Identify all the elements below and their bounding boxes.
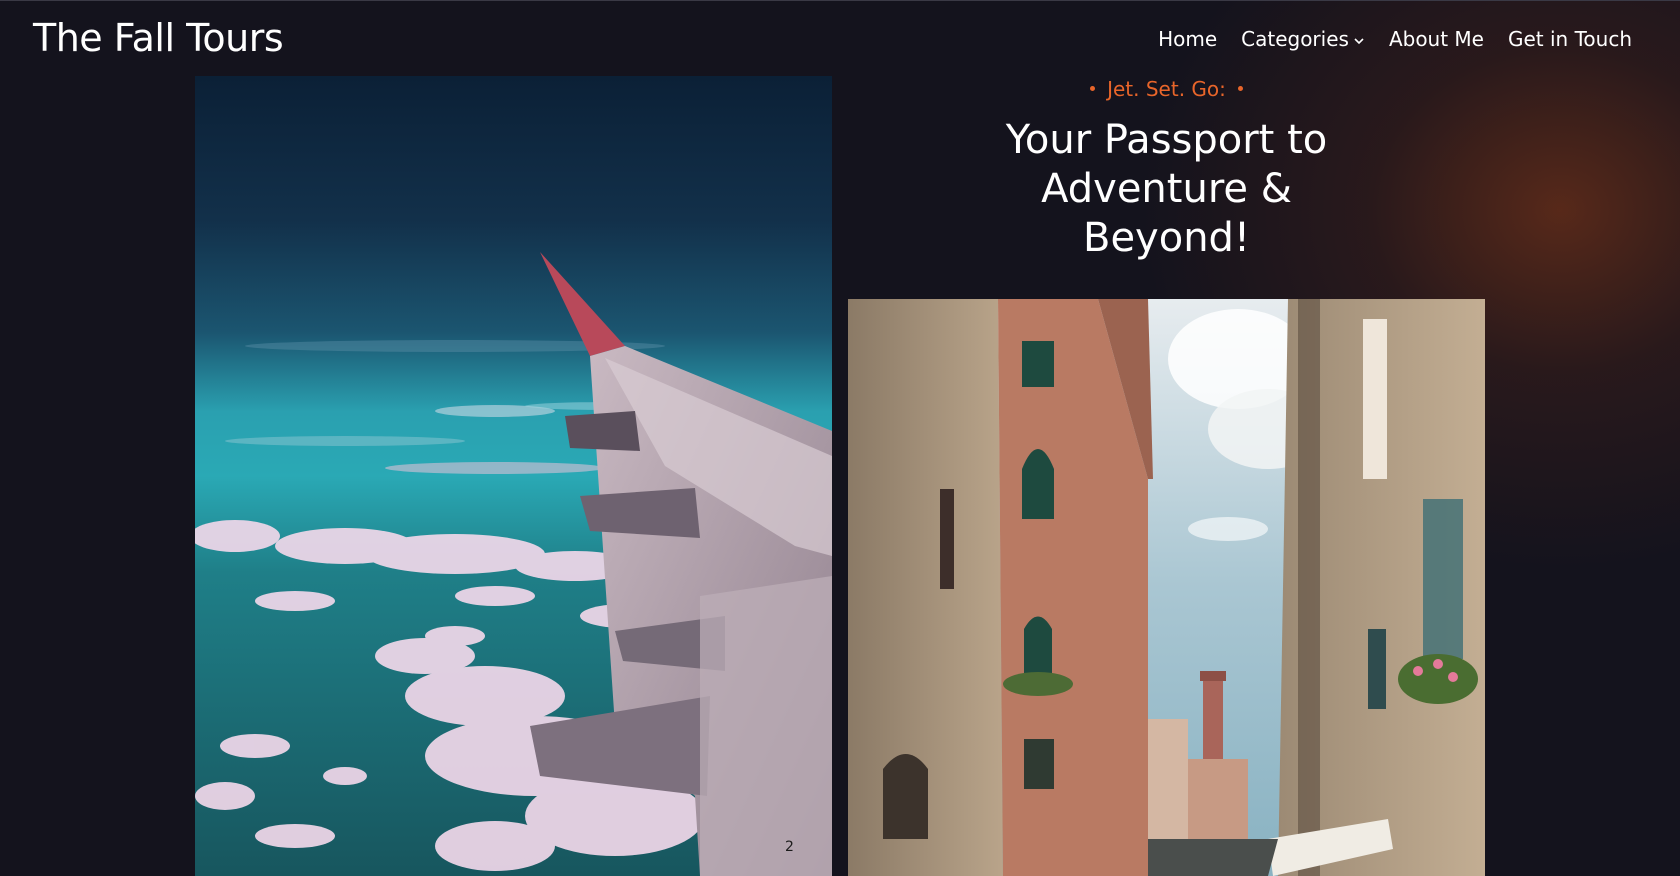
bullet-dot-icon	[1237, 86, 1243, 91]
main-navigation: Home Categories About Me Get in Touch	[1158, 24, 1632, 54]
airplane-wing-over-clouds-image: 2	[195, 76, 832, 876]
hero-headline-line: Your Passport to	[1005, 117, 1328, 163]
nav-item-home[interactable]: Home	[1158, 24, 1217, 54]
site-title[interactable]: The Fall Tours	[33, 14, 284, 62]
top-border	[0, 0, 1680, 1]
hero-headline: Your Passport to Adventure & Beyond!	[848, 116, 1485, 263]
nav-item-label: Home	[1158, 27, 1218, 51]
hero-eyebrow: Jet. Set. Go:	[848, 74, 1485, 104]
nav-item-label: Categories	[1241, 27, 1349, 51]
svg-text:2: 2	[785, 839, 794, 855]
venice-canal-street-image	[848, 299, 1485, 876]
nav-item-about-me[interactable]: About Me	[1389, 24, 1484, 54]
nav-item-categories[interactable]: Categories	[1241, 24, 1365, 54]
airplane-wing-illustration: 2	[195, 76, 832, 876]
bullet-dot-icon	[1090, 86, 1096, 91]
nav-item-label: About Me	[1388, 27, 1484, 51]
chevron-down-icon	[1354, 37, 1364, 44]
nav-item-label: Get in Touch	[1508, 27, 1632, 51]
hero-headline-line: Adventure &	[1041, 166, 1292, 212]
page: The Fall Tours Home Categories About Me …	[0, 0, 1680, 876]
hero-eyebrow-text: Jet. Set. Go:	[1107, 77, 1226, 101]
hero-headline-line: Beyond!	[1083, 215, 1250, 261]
venice-canal-illustration	[848, 299, 1485, 876]
nav-item-get-in-touch[interactable]: Get in Touch	[1508, 24, 1632, 54]
